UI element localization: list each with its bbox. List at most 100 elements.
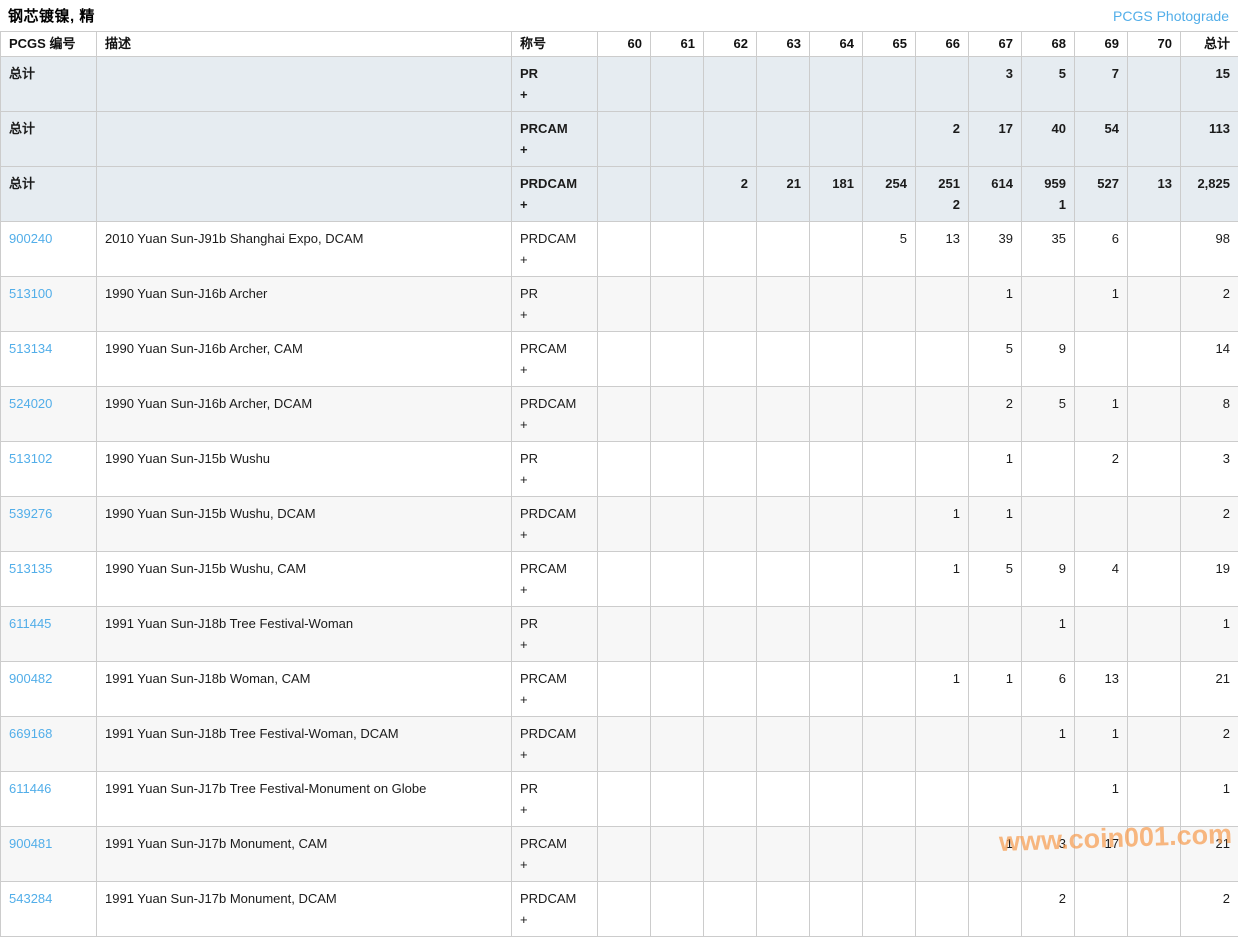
pcgs-number-link[interactable]: 900240 xyxy=(9,231,52,246)
designation-label: PRDCAM xyxy=(520,393,589,414)
grade-count: 1 xyxy=(1030,723,1066,744)
grade-62-cell xyxy=(704,222,757,277)
grade-66-cell: 1 xyxy=(916,497,969,552)
pcgs-number-link[interactable]: 611445 xyxy=(9,616,51,631)
pcgs-number-link[interactable]: 524020 xyxy=(9,396,52,411)
grade-count: 39 xyxy=(977,228,1013,249)
table-row: 5131001990 Yuan Sun-J16b ArcherPR+112 xyxy=(1,277,1238,332)
description-cell: 2010 Yuan Sun-J91b Shanghai Expo, DCAM xyxy=(97,222,512,277)
description-cell: 1991 Yuan Sun-J18b Woman, CAM xyxy=(97,662,512,717)
grade-67-cell: 2 xyxy=(969,387,1022,442)
designation-plus: + xyxy=(520,139,589,160)
grade-62-cell xyxy=(704,57,757,112)
grade-67-cell: 1 xyxy=(969,662,1022,717)
designation-plus: + xyxy=(520,744,589,765)
grade-count: 13 xyxy=(924,228,960,249)
grade-63-cell xyxy=(757,332,810,387)
grade-count: 9 xyxy=(1030,338,1066,359)
designation-label: PR xyxy=(520,778,589,799)
row-total-cell: 19 xyxy=(1181,552,1238,607)
grade-69-cell: 6 xyxy=(1075,222,1128,277)
grade-70-cell xyxy=(1128,717,1181,772)
table-row: 611445 1991 Yuan Sun-J18b Tree Festival-W… xyxy=(1,607,1238,662)
pcgs-number-link[interactable]: 513102 xyxy=(9,451,52,466)
pcgs-number-cell: 539276 xyxy=(1,497,97,552)
designation-cell: PRCAM+ xyxy=(512,662,598,717)
grade-65-cell xyxy=(863,607,916,662)
grade-count: 17 xyxy=(977,118,1013,139)
designation-cell: PRDCAM+ xyxy=(512,717,598,772)
total-row: 总计PR+35715 xyxy=(1,57,1238,112)
grade-count: 254 xyxy=(871,173,907,194)
designation-plus: + xyxy=(520,194,589,215)
pcgs-number-link[interactable]: 669168 xyxy=(9,726,52,741)
grade-70-cell: 13 xyxy=(1128,167,1181,222)
pcgs-number-link[interactable]: 900482 xyxy=(9,671,52,686)
grade-63-cell xyxy=(757,277,810,332)
grade-count: 1 xyxy=(977,503,1013,524)
grade-68-cell: 40 xyxy=(1022,112,1075,167)
pcgs-number-cell: 669168 xyxy=(1,717,97,772)
designation-plus: + xyxy=(520,689,589,710)
grade-68-cell: 35 xyxy=(1022,222,1075,277)
pcgs-number-cell: 513134 xyxy=(1,332,97,387)
page-title: 钢芯镀镍, 精 xyxy=(8,5,95,26)
designation-cell: PR+ xyxy=(512,607,598,662)
grade-69-cell: 1 xyxy=(1075,387,1128,442)
grade-67-cell xyxy=(969,607,1022,662)
designation-cell: PRCAM+ xyxy=(512,332,598,387)
pcgs-number-link[interactable]: 900481 xyxy=(9,836,52,851)
row-total-cell: 113 xyxy=(1181,112,1238,167)
table-body: 总计PR+35715总计PRCAM+2174054113总计PRDCAM+221… xyxy=(1,57,1238,937)
grade-62-cell xyxy=(704,497,757,552)
grade-count: 1 xyxy=(924,503,960,524)
grade-65-cell xyxy=(863,387,916,442)
header-row: PCGS 编号 描述 称号 6061626364656667686970总计 xyxy=(1,32,1238,57)
table-row: 900240 2010 Yuan Sun-J91b Shanghai Expo, … xyxy=(1,222,1238,277)
grade-70-cell xyxy=(1128,112,1181,167)
description-cell: 1991 Yuan Sun-J17b Tree Festival-Monumen… xyxy=(97,772,512,827)
pcgs-photograde-link[interactable]: PCGS Photograde xyxy=(1113,8,1229,24)
table-row: 5131021990 Yuan Sun-J15b WushuPR+123 xyxy=(1,442,1238,497)
table-row: 9004811991 Yuan Sun-J17b Monument, CAMPR… xyxy=(1,827,1238,882)
grade-count: 1 xyxy=(977,668,1013,689)
grade-62-cell xyxy=(704,112,757,167)
row-total-cell: 1 xyxy=(1181,607,1238,662)
grade-62-cell xyxy=(704,442,757,497)
grade-69-cell: 54 xyxy=(1075,112,1128,167)
pcgs-number-link[interactable]: 513135 xyxy=(9,561,52,576)
grade-66-cell: 1 xyxy=(916,662,969,717)
grade-count: 1 xyxy=(924,558,960,579)
grade-64-cell xyxy=(810,112,863,167)
grade-count: 13 xyxy=(1136,173,1172,194)
pcgs-number-link[interactable]: 539276 xyxy=(9,506,52,521)
grade-61-cell xyxy=(651,222,704,277)
table-row: 5131341990 Yuan Sun-J16b Archer, CAMPRCA… xyxy=(1,332,1238,387)
designation-label: PRDCAM xyxy=(520,503,589,524)
grade-count: 1 xyxy=(977,448,1013,469)
grade-67-cell: 5 xyxy=(969,332,1022,387)
grade-64-cell xyxy=(810,717,863,772)
grade-count: 5 xyxy=(977,558,1013,579)
grade-64-cell xyxy=(810,772,863,827)
designation-cell: PRDCAM+ xyxy=(512,167,598,222)
pcgs-number-link[interactable]: 513134 xyxy=(9,341,52,356)
designation-label: PRCAM xyxy=(520,558,589,579)
grade-68-cell xyxy=(1022,497,1075,552)
grade-70-cell xyxy=(1128,222,1181,277)
row-total-cell: 2 xyxy=(1181,277,1238,332)
row-total-cell: 2 xyxy=(1181,717,1238,772)
grade-64-cell xyxy=(810,57,863,112)
designation-label: PRDCAM xyxy=(520,228,589,249)
pcgs-number-link[interactable]: 611446 xyxy=(9,781,51,796)
grade-67-cell xyxy=(969,772,1022,827)
description-cell: 1991 Yuan Sun-J18b Tree Festival-Woman xyxy=(97,607,512,662)
grade-70-cell xyxy=(1128,332,1181,387)
grade-70-cell xyxy=(1128,277,1181,332)
grade-61-cell xyxy=(651,772,704,827)
grade-67-cell: 614 xyxy=(969,167,1022,222)
grade-61-cell xyxy=(651,442,704,497)
pcgs-number-link[interactable]: 513100 xyxy=(9,286,52,301)
pcgs-number-link[interactable]: 543284 xyxy=(9,891,52,906)
table-row: 5240201990 Yuan Sun-J16b Archer, DCAMPRD… xyxy=(1,387,1238,442)
